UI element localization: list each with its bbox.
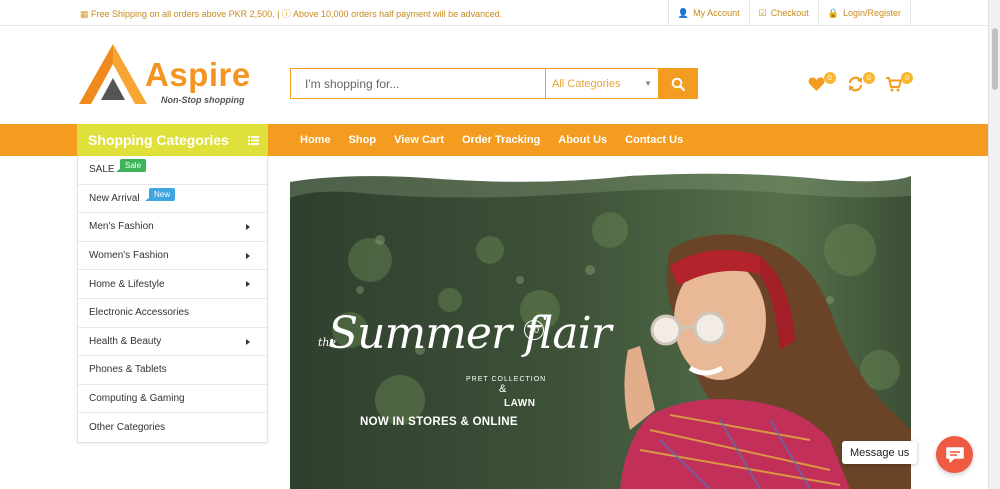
login-register-link[interactable]: 🔒 Login/Register <box>817 0 911 26</box>
sidebar-item-electronic-accessories[interactable]: Electronic Accessories <box>78 299 267 328</box>
payment-notice-text: Above 10,000 orders half payment will be… <box>293 9 503 19</box>
info-icon: ⓘ <box>281 9 291 19</box>
caret-right-icon <box>246 252 250 259</box>
hero-banner[interactable]: Summer flair the 20 PRET COLLECTION & LA… <box>290 170 911 489</box>
sidebar-item-label: Electronic Accessories <box>89 307 190 319</box>
nav-home[interactable]: Home <box>300 134 331 146</box>
cart-count-badge: 0 <box>901 72 913 84</box>
sidebar-item-label: Phones & Tablets <box>89 364 167 376</box>
sidebar-item-health-beauty[interactable]: Health & Beauty <box>78 328 267 357</box>
compare-count-badge: 0 <box>863 72 875 84</box>
caret-right-icon <box>246 338 250 345</box>
category-sidebar: SALE Sale New Arrival New Men's Fashion … <box>77 156 268 443</box>
brand-logo[interactable]: Aspire Non-Stop shopping <box>77 42 257 108</box>
search-input[interactable] <box>291 69 545 98</box>
sidebar-item-label: Men's Fashion <box>89 221 154 233</box>
shipping-notice: ▦ Free Shipping on all orders above PKR … <box>80 7 502 20</box>
sidebar-item-label: New Arrival <box>89 192 140 204</box>
sidebar-item-computing-gaming[interactable]: Computing & Gaming <box>78 385 267 414</box>
caret-down-icon: ▼ <box>644 79 652 88</box>
nav-order-tracking[interactable]: Order Tracking <box>462 134 540 146</box>
checkbox-icon: ☑ <box>758 7 767 18</box>
sidebar-item-home-lifestyle[interactable]: Home & Lifestyle <box>78 270 267 299</box>
sidebar-item-sale[interactable]: SALE Sale <box>78 156 267 185</box>
nav-about-us[interactable]: About Us <box>558 134 607 146</box>
page-scrollbar[interactable] <box>988 0 1000 489</box>
truck-icon: ▦ <box>80 9 89 19</box>
my-account-label: My Account <box>693 8 740 18</box>
cart-icon <box>886 77 902 92</box>
banner-title-prefix: the <box>318 336 337 349</box>
category-select[interactable]: All Categories ▼ <box>545 69 658 98</box>
category-select-value: All Categories <box>552 77 621 90</box>
banner-stores-text: NOW IN STORES & ONLINE <box>360 416 518 428</box>
top-bar: ▦ Free Shipping on all orders above PKR … <box>0 0 988 26</box>
brand-tagline: Non-Stop shopping <box>161 95 245 105</box>
main-nav: Shopping Categories Home Shop View Cart … <box>0 124 988 156</box>
banner-ampersand: & <box>499 383 507 395</box>
chat-icon <box>945 446 964 463</box>
sidebar-item-label: Other Categories <box>89 422 166 434</box>
sale-badge: Sale <box>115 159 147 172</box>
banner-lawn: LAWN <box>504 398 536 409</box>
user-icon: 👤 <box>677 7 690 18</box>
sidebar-item-mens-fashion[interactable]: Men's Fashion <box>78 213 267 242</box>
banner-year-badge: 20 <box>524 320 544 340</box>
sidebar-item-new-arrival[interactable]: New Arrival New <box>78 185 267 214</box>
shopping-categories-title: Shopping Categories <box>88 132 229 148</box>
search-bar: All Categories ▼ <box>290 68 698 99</box>
top-links: 👤 My Account ☑ Checkout 🔒 Login/Register <box>667 0 911 26</box>
sidebar-item-label: Home & Lifestyle <box>89 278 165 290</box>
message-us-label[interactable]: Message us <box>842 441 918 464</box>
logo-mark <box>79 44 147 104</box>
wishlist-count-badge: 0 <box>824 72 836 84</box>
heart-icon <box>808 77 825 91</box>
banner-collection: PRET COLLECTION <box>466 376 547 383</box>
sidebar-item-label: Health & Beauty <box>89 335 162 347</box>
login-register-label: Login/Register <box>842 8 901 18</box>
sidebar-item-label: SALE <box>89 164 115 176</box>
chat-button[interactable] <box>936 436 973 473</box>
checkout-link[interactable]: ☑ Checkout <box>748 0 818 26</box>
nav-links: Home Shop View Cart Order Tracking About… <box>300 124 683 156</box>
shopping-categories-button[interactable]: Shopping Categories <box>77 124 268 156</box>
sidebar-item-label: Computing & Gaming <box>89 393 185 405</box>
sidebar-item-phones-tablets[interactable]: Phones & Tablets <box>78 356 267 385</box>
checkout-label: Checkout <box>770 8 809 18</box>
banner-title: Summer flair <box>328 308 612 359</box>
sidebar-item-label: Women's Fashion <box>89 250 169 262</box>
scrollbar-thumb[interactable] <box>992 28 998 90</box>
caret-right-icon <box>246 224 250 231</box>
caret-right-icon <box>246 281 250 288</box>
refresh-icon <box>848 76 863 92</box>
sidebar-item-other-categories[interactable]: Other Categories <box>78 413 267 442</box>
list-icon <box>248 135 259 145</box>
new-badge: New <box>144 187 176 201</box>
wishlist-button[interactable]: 0 <box>808 72 836 98</box>
shipping-notice-text: Free Shipping on all orders above PKR 2,… <box>91 9 282 19</box>
search-icon <box>671 77 685 91</box>
page: ▦ Free Shipping on all orders above PKR … <box>0 0 1000 489</box>
search-button[interactable] <box>658 69 697 98</box>
nav-shop[interactable]: Shop <box>349 134 377 146</box>
lock-icon: 🔒 <box>827 7 839 18</box>
nav-contact-us[interactable]: Contact Us <box>625 134 683 146</box>
brand-name: Aspire <box>145 56 251 93</box>
my-account-link[interactable]: 👤 My Account <box>667 0 749 26</box>
sidebar-item-womens-fashion[interactable]: Women's Fashion <box>78 242 267 271</box>
nav-view-cart[interactable]: View Cart <box>394 134 444 146</box>
cart-button[interactable]: 0 <box>885 72 913 98</box>
compare-button[interactable]: 0 <box>847 72 875 98</box>
